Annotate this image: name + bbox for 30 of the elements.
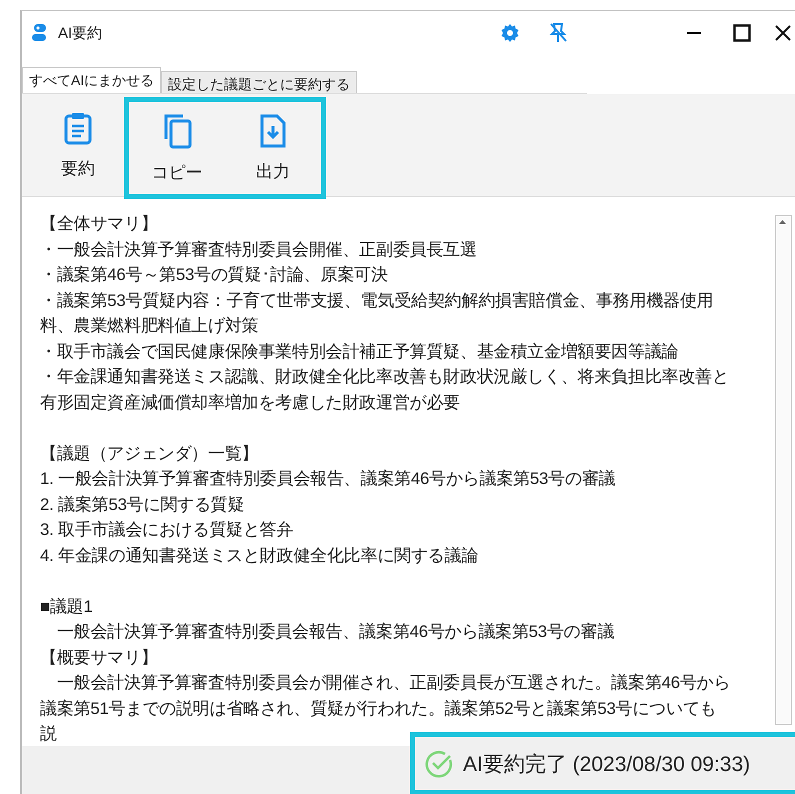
scrollbar[interactable] bbox=[775, 215, 792, 725]
pin-off-icon bbox=[548, 22, 568, 44]
maximize-icon bbox=[733, 24, 751, 42]
summary-text: 一般会計決算予算審査特別委員会が開催され、正副委員長が互選された。議案第46号から議案第51号までの説明は省略され、質疑が行われた。議案第52号と議案第53号についても説 bbox=[40, 672, 732, 745]
summary-text: 3. 取手市議会における質疑と答弁 bbox=[40, 519, 294, 541]
summary-text: 【概要サマリ】 bbox=[40, 646, 159, 668]
window-title: AI要約 bbox=[58, 24, 104, 42]
file-download-icon bbox=[259, 114, 287, 148]
toolbar-button[interactable]: 出力 bbox=[225, 102, 321, 194]
summary-text: 2. 議案第53号に関する質疑 bbox=[40, 494, 246, 516]
summary-text: 【議題（アジェンダ）一覧】 bbox=[40, 442, 260, 464]
minimize-icon bbox=[686, 32, 702, 34]
settings-icon bbox=[500, 23, 520, 43]
summary-text: ■議題1 bbox=[40, 596, 94, 618]
summary-text: 4. 年金課の通知書発送ミスと財政健全化比率に関する議論 bbox=[40, 544, 480, 566]
summary-text: ・一般会計決算予算審査特別委員会開催、正副委員長互選 bbox=[40, 238, 478, 260]
summary-text: ・年金課通知書発送ミス認識、財政健全化比率改善も財政状況厳しく、将来負担比率改善と有形固定資産減価償却率増加を考慮した財政運営が必要 bbox=[40, 366, 730, 414]
summary-text: 【全体サマリ】 bbox=[40, 213, 159, 235]
toolbar-button[interactable]: 要約 bbox=[32, 94, 124, 196]
tab[interactable]: 設定した議題ごとに要約する bbox=[161, 71, 358, 93]
clipboard-icon bbox=[63, 110, 93, 144]
toolbar-button[interactable]: コピー bbox=[129, 102, 225, 194]
status-text: AI要約完了 (2023/08/30 09:33) bbox=[463, 752, 750, 778]
close-icon bbox=[774, 24, 792, 42]
summary-text: 一般会計決算予算審査特別委員会報告、議案第46号から議案第53号の審議 bbox=[56, 621, 616, 643]
summary-text: ・議案第53号質疑内容：子育て世帯支援、電気受給契約解約損害賠償金、事務用機器使用料、農業燃料肥料値上げ対策 bbox=[40, 290, 714, 337]
summary-text: ・取手市議会で国民健康保険事業特別会計補正予算質疑、基金積立金増額要因等議論 bbox=[40, 340, 680, 362]
summary-text: 1. 一般会計決算予算審査特別委員会報告、議案第46号から議案第53号の審議 bbox=[40, 468, 616, 490]
summary-text: ・議案第46号～第53号の質疑･討論、原案可決 bbox=[40, 264, 389, 286]
tab[interactable]: すべてAIにまかせる bbox=[22, 67, 162, 93]
